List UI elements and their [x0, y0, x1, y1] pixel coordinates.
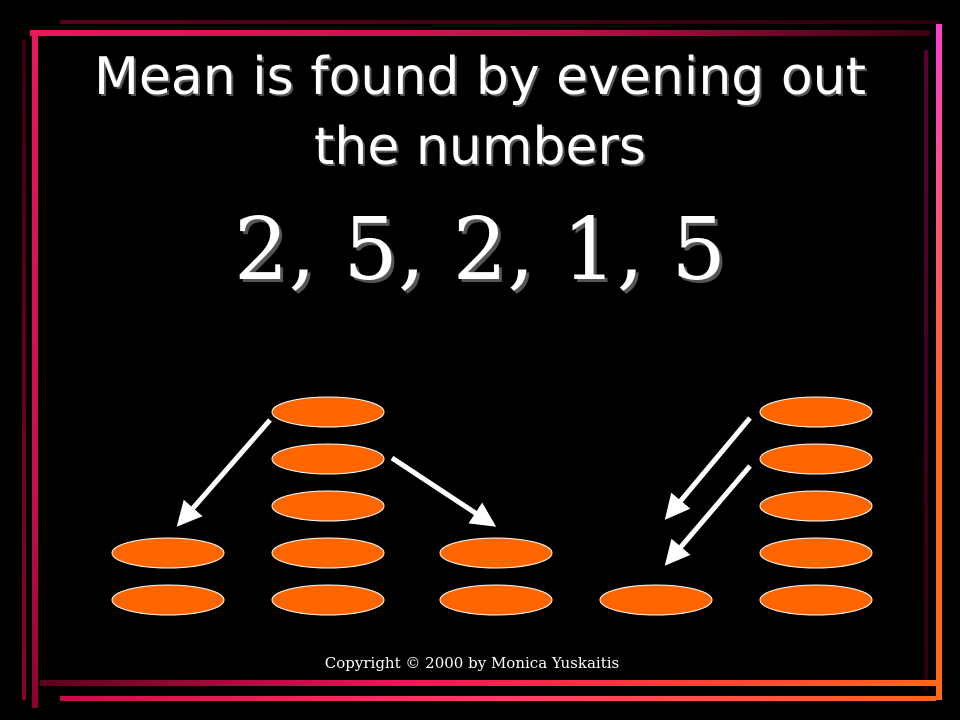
stack-2-disc	[271, 537, 385, 569]
arrow-stack5-to-stack4-lower	[664, 464, 752, 566]
slide: Mean is found by evening out the numbers…	[0, 0, 960, 720]
disc-stacks-illustration	[111, 396, 873, 616]
stack-1-disc	[111, 584, 225, 616]
stack-2-disc	[271, 396, 385, 428]
stack-2-disc	[271, 443, 385, 475]
stack-5-disc	[759, 584, 873, 616]
arrow-stack5-to-stack4-upper	[664, 416, 752, 520]
arrow-stack2-to-stack3	[390, 455, 497, 527]
stack-5-disc	[759, 537, 873, 569]
stack-4-disc	[599, 584, 713, 616]
copyright-notice: Copyright © 2000 by Monica Yuskaitis	[324, 654, 620, 672]
stack-2-disc	[271, 490, 385, 522]
stack-3-disc	[439, 537, 553, 569]
stack-5-disc	[759, 490, 873, 522]
arrow-stack2-to-stack1	[176, 418, 272, 527]
stack-3-disc	[439, 584, 553, 616]
stack-5-disc	[759, 396, 873, 428]
stack-2-disc	[271, 584, 385, 616]
stack-5-disc	[759, 443, 873, 475]
stack-1-disc	[111, 537, 225, 569]
